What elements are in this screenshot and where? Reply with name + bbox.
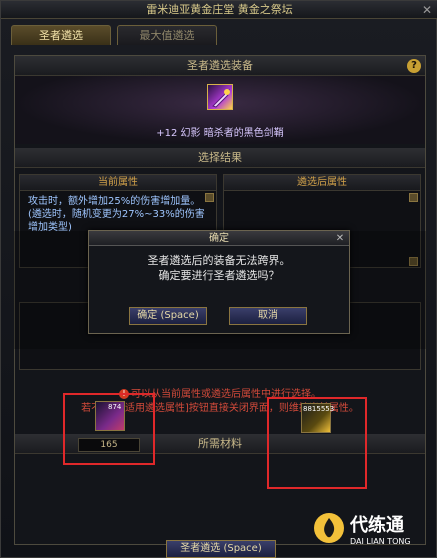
- watermark-subtext: DAI LIAN TONG: [350, 537, 411, 546]
- confirm-dialog: 确定 ✕ 圣者遴选后的装备无法跨界。 确定要进行圣者遴选吗？ 确定 (Space…: [88, 230, 350, 334]
- confirm-button[interactable]: 确定 (Space): [129, 307, 207, 325]
- equipment-item-name: +12 幻影 暗杀者的黑色剑鞘: [156, 128, 284, 139]
- dialog-title: 确定: [89, 231, 349, 246]
- equipment-slot-area: +12 幻影 暗杀者的黑色剑鞘: [15, 76, 425, 144]
- scroll-up-button[interactable]: [205, 193, 214, 202]
- tab-max-selection[interactable]: 最大值遴选: [117, 25, 217, 45]
- scroll-up-button[interactable]: [409, 193, 418, 202]
- tab-sage-selection[interactable]: 圣者遴选: [11, 25, 111, 45]
- watermark-text: 代练通: [350, 515, 404, 536]
- dagger-item-icon[interactable]: [207, 84, 233, 110]
- altar-window: 雷米迪亚黄金庄堂 黄金之祭坛 ✕ 圣者遴选 最大值遴选 圣者遴选装备 ? +12…: [0, 0, 437, 558]
- dialog-message-line-2: 确定要进行圣者遴选吗？: [158, 269, 280, 282]
- equipment-section-header: 圣者遴选装备 ?: [15, 56, 425, 76]
- window-title: 雷米迪亚黄金庄堂 黄金之祭坛: [146, 3, 293, 16]
- dialog-close-icon[interactable]: ✕: [334, 231, 346, 246]
- watermark-flame-icon: [314, 513, 344, 543]
- equipment-header-label: 圣者遴选装备: [187, 59, 253, 72]
- sage-selection-button[interactable]: 圣者遴选 (Space): [166, 540, 276, 558]
- watermark-logo: 代练通 DAI LIAN TONG: [314, 507, 437, 555]
- material-crystal-icon[interactable]: 874: [95, 401, 125, 431]
- dialog-message-line-1: 圣者遴选后的装备无法跨界。: [147, 254, 291, 267]
- after-attributes-header: 遴选后属性: [224, 175, 420, 191]
- current-attributes-header: 当前属性: [20, 175, 216, 191]
- cancel-button[interactable]: 取消: [229, 307, 307, 325]
- gold-coin-icon[interactable]: 8815553: [301, 403, 335, 433]
- tab-bar: 圣者遴选 最大值遴选: [11, 25, 217, 45]
- window-close-icon[interactable]: ✕: [420, 3, 434, 17]
- material-1-quantity: 165: [78, 438, 140, 452]
- dialog-message: 圣者遴选后的装备无法跨界。 确定要进行圣者遴选吗？: [89, 253, 349, 283]
- result-section-header: 选择结果: [15, 148, 425, 168]
- material-2-count: 8815553: [303, 405, 335, 413]
- material-1-count: 874: [108, 403, 122, 411]
- help-icon[interactable]: ?: [407, 59, 421, 73]
- material-slot-1: 874 165: [63, 393, 155, 465]
- window-titlebar: 雷米迪亚黄金庄堂 黄金之祭坛 ✕: [1, 1, 437, 19]
- material-slot-2: 8815553: [267, 397, 367, 489]
